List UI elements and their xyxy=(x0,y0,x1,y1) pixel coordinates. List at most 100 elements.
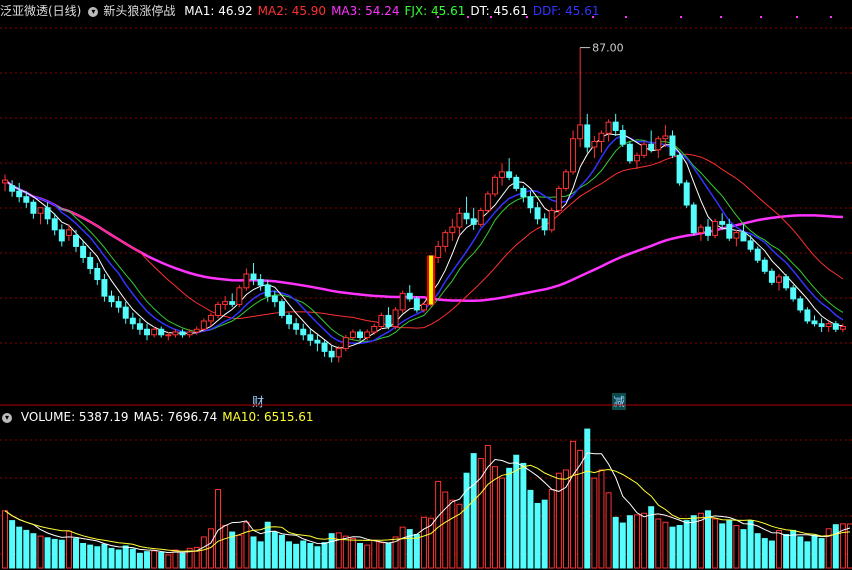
top-dot xyxy=(490,16,492,18)
candle-body xyxy=(626,143,633,162)
candle-body xyxy=(420,303,427,311)
volume-bar xyxy=(570,440,577,569)
candle-body xyxy=(328,350,335,358)
candle-body xyxy=(541,218,548,231)
candle-body xyxy=(286,314,293,325)
candle-body xyxy=(548,210,555,231)
volume-bar xyxy=(591,477,598,569)
candle-body xyxy=(342,337,349,350)
volume-bar xyxy=(307,542,314,569)
candle-body xyxy=(207,314,214,322)
volume-bar xyxy=(37,535,44,569)
candle-body xyxy=(172,331,179,336)
volume-bar xyxy=(690,515,697,569)
volume-bar xyxy=(257,541,264,569)
top-dot xyxy=(796,16,798,18)
volume-bar xyxy=(80,542,87,569)
candle-body xyxy=(335,348,342,358)
candle-body xyxy=(683,182,690,206)
candle-body xyxy=(413,298,420,311)
candle-body xyxy=(80,245,87,258)
candle-body xyxy=(314,339,321,344)
candle-body xyxy=(293,323,300,330)
candle-body xyxy=(9,185,16,192)
chart-window: 泛亚微透(日线) ▾ 新头狼涨停战 MA1: 46.92 MA2: 45.90 MA3:… xyxy=(0,0,852,570)
volume-bar xyxy=(747,520,754,569)
candle-body xyxy=(243,273,250,289)
candle-body xyxy=(136,323,143,330)
volume-bar xyxy=(520,462,527,569)
volume-bar xyxy=(719,523,726,569)
volume-bar xyxy=(122,545,129,569)
candle-body xyxy=(733,232,740,239)
top-dot xyxy=(720,16,722,18)
top-dot xyxy=(625,16,627,18)
candle-body xyxy=(307,334,314,341)
candle-body xyxy=(491,176,498,195)
volume-bar xyxy=(499,477,506,569)
candle-body xyxy=(378,314,385,327)
candle-body xyxy=(506,171,513,178)
volume-bar xyxy=(484,444,491,569)
volume-bar xyxy=(704,510,711,569)
volume-bar xyxy=(768,540,775,569)
candle-body xyxy=(94,268,101,281)
volume-bar xyxy=(172,549,179,569)
candle-body xyxy=(825,323,832,327)
candle-body xyxy=(16,190,23,198)
peak-label: 87.00 xyxy=(592,42,624,55)
volume-bar xyxy=(271,531,278,569)
candle-body xyxy=(797,298,804,311)
volume-bar xyxy=(129,548,136,569)
volume-bar xyxy=(101,543,108,569)
candle-body xyxy=(406,292,413,300)
kline-chart[interactable]: 87.00 xyxy=(0,0,852,570)
candle-body xyxy=(470,218,477,225)
candle-body xyxy=(456,212,463,228)
volume-bar xyxy=(435,480,442,569)
candle-body xyxy=(477,210,484,225)
volume-bar xyxy=(420,516,427,569)
candle-body xyxy=(768,270,775,283)
volume-bar xyxy=(144,551,151,569)
candle-body xyxy=(73,234,79,247)
volume-bar xyxy=(399,526,406,569)
volume-bar xyxy=(115,549,122,569)
top-dot xyxy=(680,16,682,18)
candle-body xyxy=(179,331,186,336)
candle-body xyxy=(704,226,711,236)
candle-body xyxy=(101,279,108,297)
volume-bar xyxy=(825,528,832,569)
candle-body xyxy=(754,248,761,261)
volume-bar xyxy=(278,534,285,569)
volume-bar xyxy=(286,541,293,569)
volume-bar xyxy=(669,526,676,569)
candle-body xyxy=(584,124,591,148)
candle-body xyxy=(165,334,172,337)
volume-bar xyxy=(321,542,328,569)
top-dot xyxy=(830,16,832,18)
candle-body xyxy=(463,212,470,220)
candle-body xyxy=(648,143,655,151)
candle-body xyxy=(513,176,520,189)
candle-body xyxy=(641,143,648,156)
volume-bar xyxy=(697,512,704,569)
candle-body xyxy=(222,301,229,305)
candle-body xyxy=(612,121,619,131)
volume-bar xyxy=(73,538,79,569)
candle-body xyxy=(435,245,442,258)
candle-body xyxy=(250,273,257,281)
volume-bar xyxy=(818,538,825,569)
candle-body xyxy=(598,132,605,142)
candle-body xyxy=(321,342,328,352)
signal-bar-core xyxy=(429,255,434,305)
volume-bar xyxy=(44,537,51,569)
volume-bar xyxy=(598,469,605,569)
volume-bar xyxy=(413,533,420,569)
candle-body xyxy=(669,135,676,156)
top-dot xyxy=(526,16,528,18)
volume-bar xyxy=(58,539,65,569)
candle-body xyxy=(371,325,378,333)
candle-body xyxy=(257,279,264,286)
volume-bar xyxy=(534,502,541,569)
